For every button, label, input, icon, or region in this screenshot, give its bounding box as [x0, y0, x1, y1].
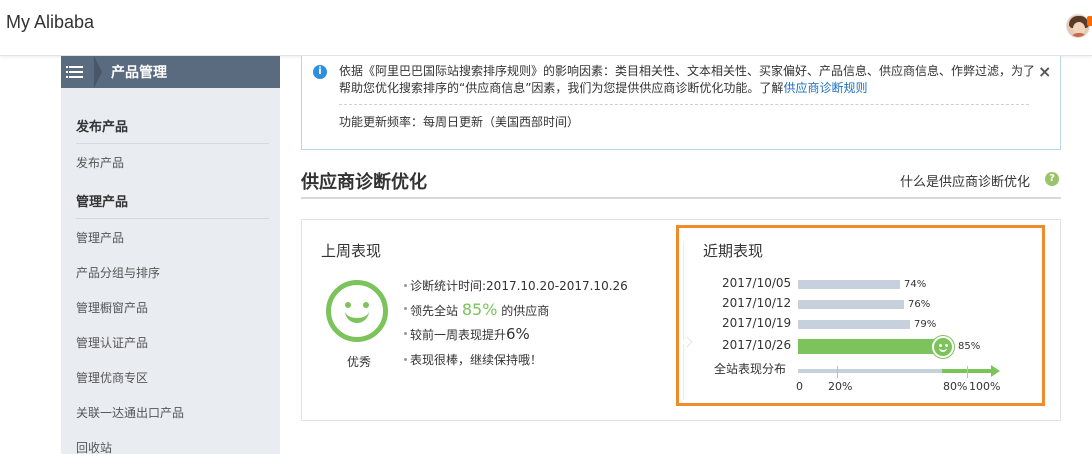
recent-bar	[798, 320, 910, 329]
recent-bar-label: 79%	[914, 319, 937, 330]
recent-bar	[798, 339, 944, 354]
help-link[interactable]: 什么是供应商诊断优化	[900, 171, 1030, 190]
recent-bar-label: 74%	[904, 279, 927, 290]
smiley-icon	[326, 280, 388, 342]
recent-date-label: 2017/10/05	[722, 276, 792, 290]
stat-comment: 表现很棒，继续保持哦！	[403, 353, 543, 367]
recent-bar	[798, 300, 904, 309]
recent-title: 近期表现	[703, 242, 764, 260]
grade-label: 优秀	[347, 355, 372, 369]
sidebar-heading-manage: 管理产品	[76, 195, 129, 210]
distribution-label: 全站表现分布	[714, 362, 787, 376]
top-bar: My Alibaba	[0, 0, 1092, 56]
sidebar-heading-publish: 发布产品	[76, 120, 129, 135]
help-icon[interactable]: ?	[1045, 172, 1059, 186]
sidebar-item-manage-products[interactable]: 管理产品	[76, 229, 124, 246]
update-frequency: 功能更新频率：每周日更新（美国西部时间）	[339, 115, 580, 129]
smiley-marker-icon	[932, 336, 954, 358]
notification-badge[interactable]	[1087, 16, 1092, 26]
info-notice: i 依据《阿里巴巴国际站搜索排序规则》的影响因素：类目相关性、文本相关性、买家偏…	[301, 56, 1061, 150]
tick-label-80: 80%	[943, 380, 968, 393]
arrow-right-icon	[991, 365, 1000, 377]
recent-date-label: 2017/10/26	[722, 338, 792, 352]
sidebar-item-export-products[interactable]: 关联一达通出口产品	[76, 404, 184, 421]
page-title: 供应商诊断优化	[301, 172, 427, 193]
sidebar: 产品管理 发布产品 发布产品 管理产品 管理产品 产品分组与排序 管理橱窗产品 …	[61, 56, 280, 456]
sidebar-item-certified-products[interactable]: 管理认证产品	[76, 334, 148, 351]
recent-bar	[798, 280, 900, 289]
tick-label-0: 0	[796, 380, 803, 393]
close-icon[interactable]: ×	[1038, 62, 1051, 81]
recent-date-label: 2017/10/12	[722, 296, 792, 310]
recent-bar-label: 85%	[958, 341, 981, 352]
diagnosis-card: 上周表现 优秀 诊断统计时间:2017.10.20-2017.10.26 领先全…	[301, 219, 1061, 421]
sidebar-item-showcase-products[interactable]: 管理橱窗产品	[76, 299, 148, 316]
brand-title[interactable]: My Alibaba	[6, 12, 94, 33]
sidebar-title: 产品管理	[111, 65, 167, 81]
stat-period: 诊断统计时间:2017.10.20-2017.10.26	[404, 279, 628, 293]
sidebar-item-recycle-bin[interactable]: 回收站	[76, 439, 112, 456]
stat-lead: 领先全站 85% 的供应商	[403, 300, 550, 319]
sidebar-item-product-groups[interactable]: 产品分组与排序	[76, 264, 160, 281]
tick-label-20: 20%	[828, 380, 853, 393]
sidebar-header[interactable]: 产品管理	[61, 56, 280, 88]
recent-bar-label: 76%	[908, 299, 931, 310]
sidebar-item-publish-product[interactable]: 发布产品	[76, 154, 124, 171]
recent-date-label: 2017/10/19	[722, 316, 792, 330]
diagnosis-rules-link[interactable]: 供应商诊断规则	[783, 81, 867, 95]
tick-label-100: 100%	[969, 380, 1001, 393]
info-icon: i	[313, 65, 327, 79]
stat-improve: 较前一周表现提升6%	[404, 325, 530, 343]
sidebar-item-premium-zone[interactable]: 管理优商专区	[76, 369, 148, 386]
last-week-title: 上周表现	[321, 242, 382, 260]
menu-icon[interactable]	[61, 56, 97, 88]
notice-text: 依据《阿里巴巴国际站搜索排序规则》的影响因素：类目相关性、文本相关性、买家偏好、…	[339, 64, 1036, 95]
